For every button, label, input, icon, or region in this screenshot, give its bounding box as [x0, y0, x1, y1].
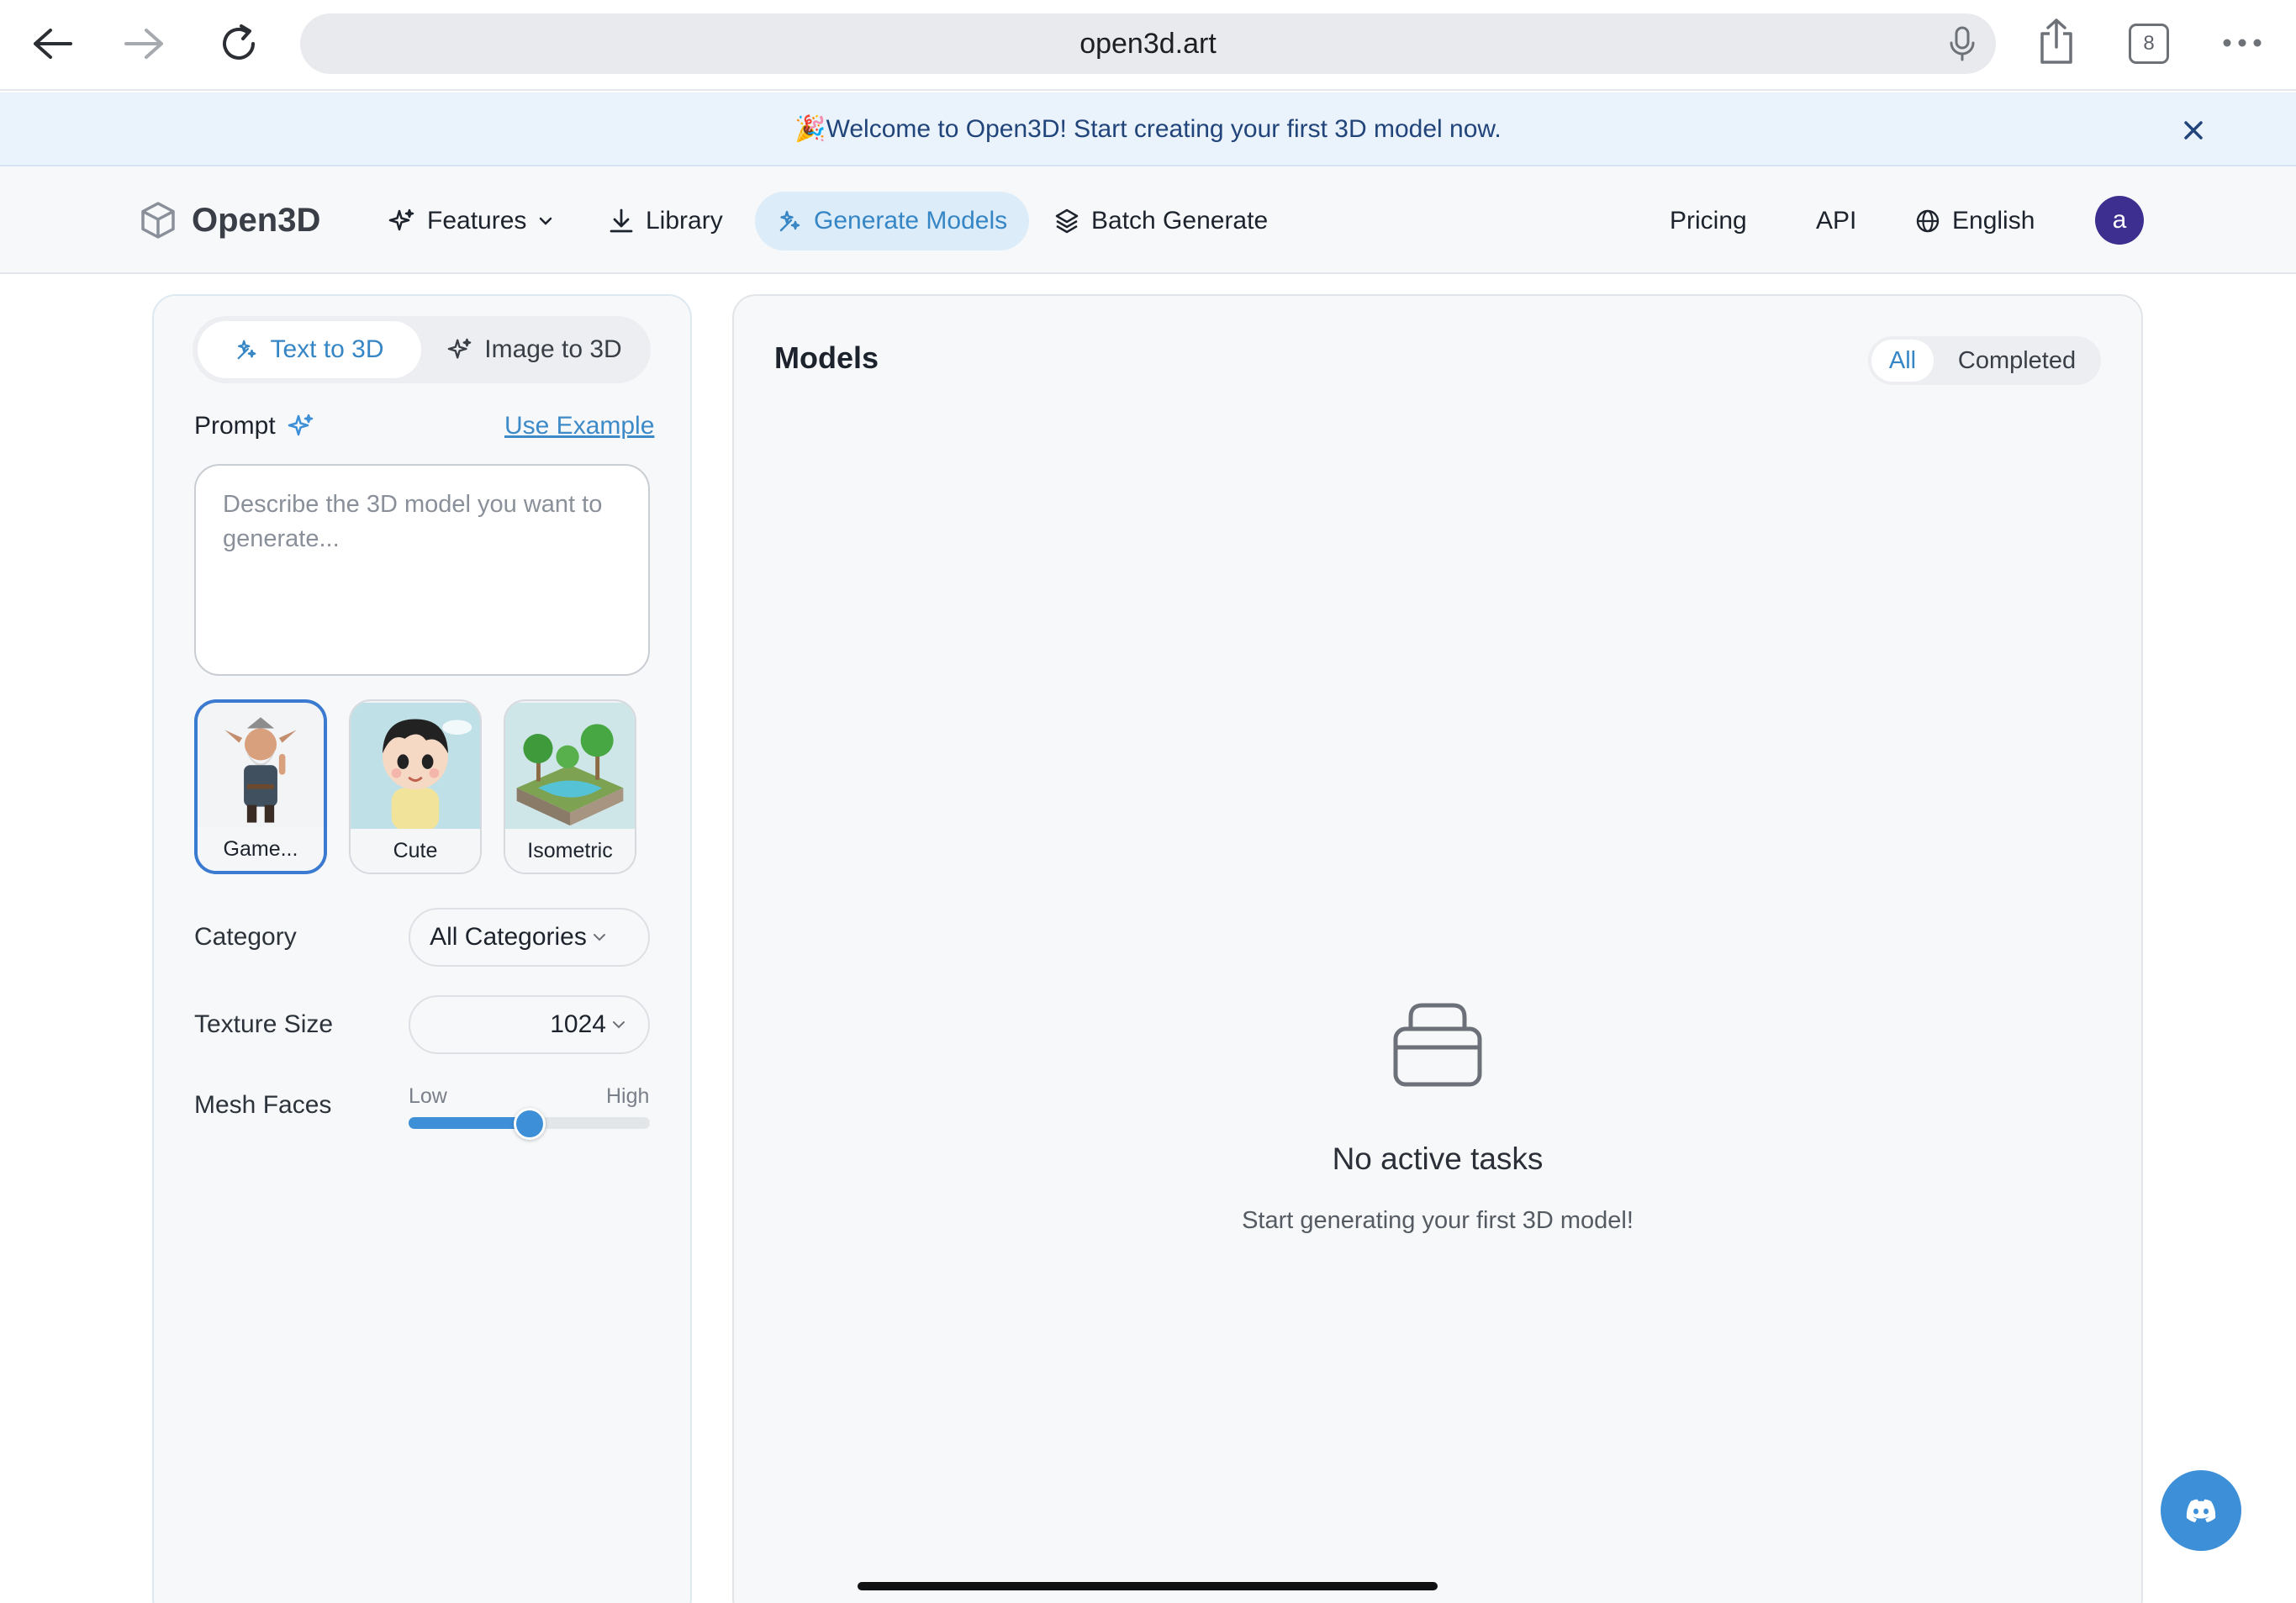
tab-text-to-3d-label: Text to 3D — [270, 335, 384, 363]
style-label: Cute — [351, 829, 480, 873]
style-card-cute[interactable]: Cute — [349, 699, 482, 874]
nav-batch-generate[interactable]: Batch Generate — [1054, 192, 1268, 250]
layers-icon — [1055, 208, 1079, 234]
empty-state-title: No active tasks — [1332, 1142, 1544, 1176]
microphone-icon[interactable] — [1942, 24, 1982, 64]
forward-icon[interactable] — [118, 24, 172, 64]
style-card-isometric[interactable]: Isometric — [504, 699, 636, 874]
mesh-faces-slider-thumb[interactable] — [514, 1108, 546, 1140]
texture-size-select[interactable]: 1024 — [409, 995, 650, 1054]
use-example-link[interactable]: Use Example — [504, 412, 654, 440]
style-card-game[interactable]: Game... — [194, 699, 327, 874]
tab-text-to-3d[interactable]: Text to 3D — [198, 321, 421, 378]
texture-size-value: 1024 — [550, 1010, 606, 1038]
nav-api[interactable]: API — [1816, 192, 1856, 250]
avatar[interactable]: a — [2095, 196, 2144, 245]
page-title: Models — [774, 340, 879, 375]
category-label: Category — [194, 923, 297, 951]
style-label: Game... — [198, 827, 324, 871]
cute-character-thumbnail — [351, 702, 480, 831]
cube-icon — [141, 202, 175, 239]
filter-all[interactable]: All — [1871, 340, 1934, 382]
language-selector[interactable]: English — [1915, 192, 2035, 250]
home-indicator — [858, 1582, 1438, 1590]
filter-completed[interactable]: Completed — [1937, 340, 2097, 382]
empty-state-subtitle: Start generating your first 3D model! — [1242, 1207, 1634, 1234]
nav-api-label: API — [1816, 207, 1857, 235]
tab-count-label: 8 — [2143, 32, 2155, 55]
inbox-icon — [1391, 999, 1485, 1089]
isometric-island-thumbnail — [505, 702, 635, 831]
globe-icon — [1916, 209, 1940, 233]
mesh-faces-label: Mesh Faces — [194, 1091, 332, 1119]
chevron-down-icon — [540, 217, 552, 225]
brand-logo[interactable]: Open3D — [140, 190, 320, 250]
chevron-down-icon — [613, 1021, 625, 1029]
models-panel — [732, 294, 2143, 1603]
nav-features-label: Features — [427, 207, 527, 235]
nav-features[interactable]: Features — [388, 192, 553, 250]
wand-icon — [238, 340, 256, 360]
sparkles-icon — [388, 208, 414, 231]
close-icon[interactable] — [2172, 109, 2214, 151]
category-value: All Categories — [430, 923, 587, 951]
avatar-letter: a — [2112, 206, 2127, 234]
download-icon — [610, 208, 633, 233]
welcome-banner: 🎉Welcome to Open3D! Start creating your … — [0, 92, 2296, 166]
magic-sparkle-icon[interactable] — [288, 413, 314, 440]
welcome-banner-text: 🎉Welcome to Open3D! Start creating your … — [794, 114, 1502, 143]
wand-icon — [779, 210, 800, 232]
share-icon[interactable] — [2033, 15, 2080, 67]
language-label: English — [1952, 207, 2035, 235]
prompt-label: Prompt — [194, 412, 314, 440]
category-select[interactable]: All Categories — [409, 908, 650, 967]
reload-icon[interactable] — [214, 18, 264, 69]
nav-pricing-label: Pricing — [1670, 207, 1747, 235]
prompt-input[interactable] — [194, 464, 650, 676]
style-label: Isometric — [505, 829, 635, 873]
nav-library-label: Library — [646, 207, 723, 235]
nav-pricing[interactable]: Pricing — [1670, 192, 1747, 250]
discord-icon — [2186, 1499, 2216, 1522]
slider-low-label: Low — [409, 1084, 447, 1108]
game-character-thumbnail — [198, 705, 324, 831]
nav-batch-generate-label: Batch Generate — [1091, 207, 1269, 235]
more-options-icon[interactable] — [2219, 30, 2265, 55]
texture-size-label: Texture Size — [194, 1010, 334, 1038]
brand-name: Open3D — [192, 201, 321, 239]
tab-image-to-3d[interactable]: Image to 3D — [424, 321, 646, 378]
chevron-down-icon — [593, 934, 605, 941]
nav-generate-models-label: Generate Models — [814, 207, 1008, 235]
back-icon[interactable] — [25, 24, 79, 64]
discord-button[interactable] — [2161, 1470, 2241, 1551]
prompt-label-text: Prompt — [194, 412, 276, 440]
nav-generate-models[interactable]: Generate Models — [755, 192, 1030, 250]
mesh-faces-slider-fill — [409, 1117, 530, 1129]
tabs-button[interactable]: 8 — [2129, 24, 2169, 64]
url-bar[interactable]: open3d.art — [300, 13, 1996, 74]
sparkles-icon — [447, 338, 472, 359]
url-text: open3d.art — [1079, 27, 1217, 60]
slider-high-label: High — [606, 1084, 650, 1108]
nav-library[interactable]: Library — [609, 192, 723, 250]
tab-image-to-3d-label: Image to 3D — [484, 335, 622, 363]
